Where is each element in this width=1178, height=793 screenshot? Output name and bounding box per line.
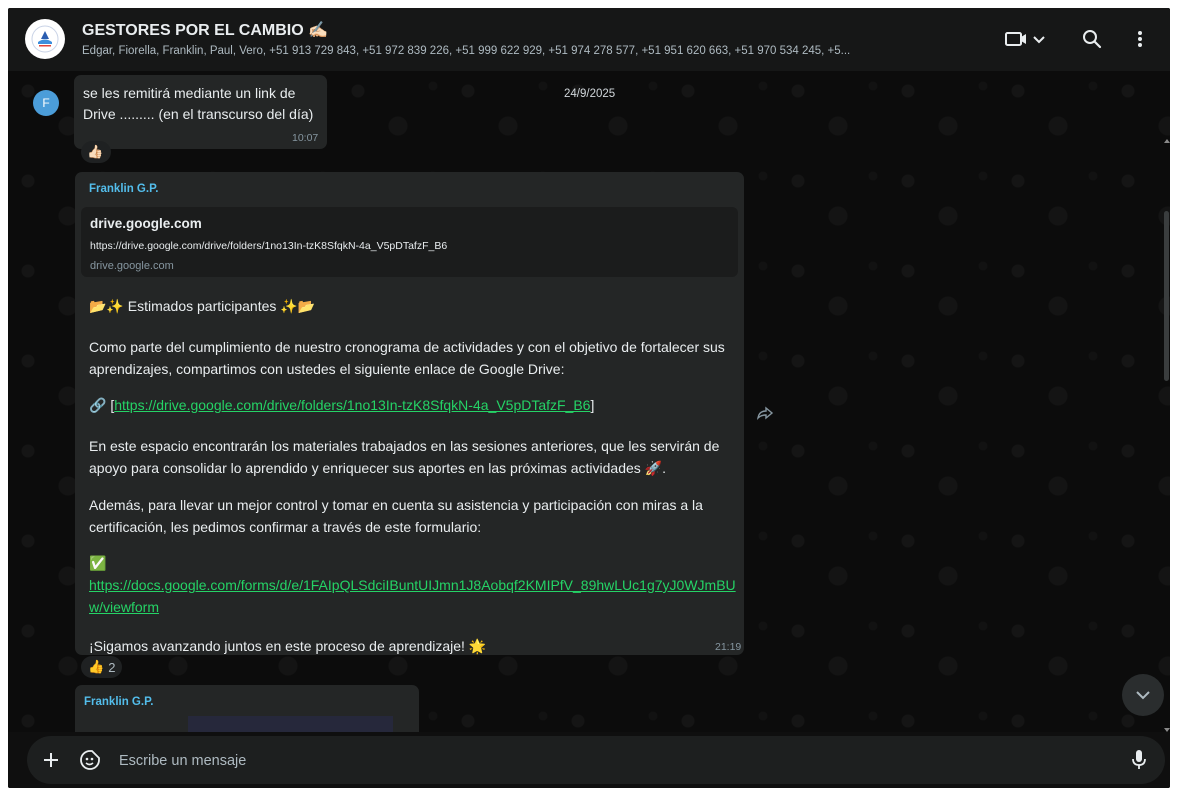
message-reaction[interactable]: 👍🏻: [81, 141, 111, 163]
plus-icon: [44, 753, 58, 767]
check-icon: ✅: [89, 555, 107, 571]
menu-button[interactable]: [1132, 26, 1148, 52]
message-time: 10:07: [292, 132, 319, 144]
link-preview-url: https://drive.google.com/drive/folders/1…: [90, 240, 448, 252]
paragraph-attendance: Además, para llevar un mejor control y t…: [89, 497, 703, 535]
check-line: ✅: [89, 552, 739, 574]
sender-name[interactable]: Franklin G.P.: [84, 696, 153, 708]
sticker-emoji-icon: [80, 750, 100, 770]
message-text: se les remitirá mediante un link de Driv…: [83, 85, 314, 122]
reaction-emoji: 👍🏻: [87, 144, 104, 159]
scroll-to-bottom-button[interactable]: [1122, 674, 1164, 716]
link-preview[interactable]: drive.google.com https://drive.google.co…: [81, 207, 738, 277]
paragraph-materials: En este espacio encontrarán los material…: [89, 438, 720, 476]
message-bubble[interactable]: se les remitirá mediante un link de Driv…: [74, 75, 327, 149]
whatsapp-window: GESTORES POR EL CAMBIO ✍🏻 Edgar, Fiorell…: [8, 8, 1170, 788]
forward-button[interactable]: [756, 406, 774, 420]
message-bubble-drive[interactable]: Franklin G.P. drive.google.com https://d…: [75, 172, 744, 655]
scroll-up-arrow[interactable]: [1164, 139, 1170, 143]
sender-name[interactable]: Franklin G.P.: [89, 183, 158, 195]
voice-message-button[interactable]: [1131, 749, 1147, 771]
date-chip: 24/9/2025: [564, 88, 616, 100]
forward-icon: [757, 406, 774, 420]
search-icon: [1083, 30, 1102, 49]
form-link[interactable]: https://docs.google.com/forms/d/e/1FAIpQ…: [89, 577, 736, 615]
message-input[interactable]: [117, 749, 1081, 773]
video-call-button[interactable]: [1003, 26, 1049, 52]
sender-avatar[interactable]: F: [33, 90, 59, 116]
chat-members[interactable]: Edgar, Fiorella, Franklin, Paul, Vero, +…: [82, 45, 962, 57]
chat-header[interactable]: GESTORES POR EL CAMBIO ✍🏻 Edgar, Fiorell…: [8, 8, 1170, 71]
video-call-icon: [1005, 32, 1045, 46]
reaction-count: 2: [108, 659, 116, 675]
search-button[interactable]: [1080, 26, 1104, 52]
message-reaction[interactable]: 👍 2: [81, 656, 123, 678]
attach-button[interactable]: [41, 750, 61, 770]
link-prefix: 🔗 [: [89, 397, 115, 413]
link-preview-title: drive.google.com: [90, 216, 202, 231]
group-avatar[interactable]: [25, 19, 65, 59]
microphone-icon: [1132, 750, 1146, 769]
greeting-line: 📂✨ Estimados participantes ✨📂: [89, 298, 316, 314]
reaction-emoji: 👍: [88, 659, 105, 674]
composer-box: [27, 736, 1165, 784]
scrollbar-thumb[interactable]: [1164, 211, 1169, 381]
group-logo-icon: [31, 25, 59, 53]
chevron-down-icon: [1136, 691, 1150, 700]
avatar-initial: F: [42, 96, 50, 110]
drive-link[interactable]: https://drive.google.com/drive/folders/1…: [114, 397, 590, 413]
composer-bar: [8, 732, 1170, 788]
menu-dots-icon: [1138, 31, 1142, 47]
paragraph-intro: Como parte del cumplimiento de nuestro c…: [89, 339, 725, 377]
closing-line: ¡Sigamos avanzando juntos en este proces…: [89, 638, 487, 654]
drive-link-line: 🔗 [https://drive.google.com/drive/folder…: [89, 394, 739, 416]
chat-title[interactable]: GESTORES POR EL CAMBIO ✍🏻: [82, 20, 328, 40]
emoji-button[interactable]: [79, 749, 101, 771]
link-suffix: ]: [590, 397, 595, 413]
message-time: 21:19: [715, 641, 742, 653]
form-link-line: https://docs.google.com/forms/d/e/1FAIpQ…: [89, 574, 739, 618]
link-preview-domain: drive.google.com: [90, 260, 174, 272]
